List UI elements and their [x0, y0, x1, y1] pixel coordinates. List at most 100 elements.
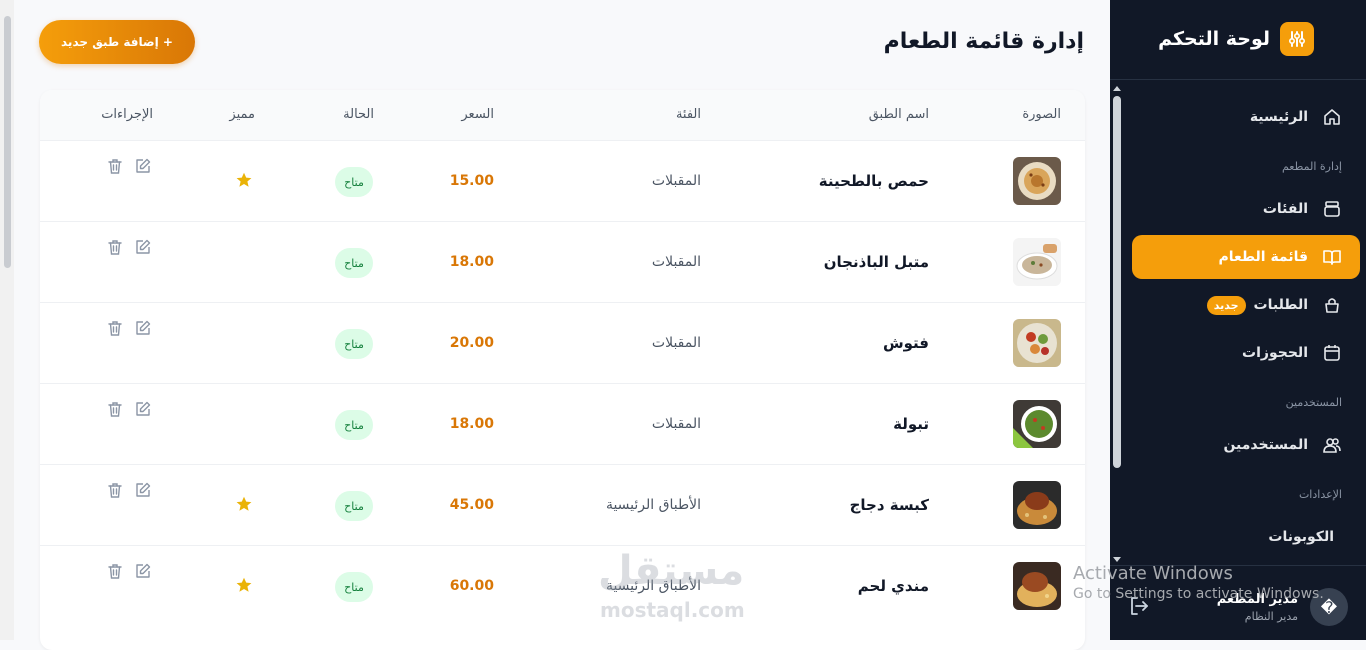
status-badge[interactable]: متاح: [335, 410, 373, 440]
dish-name: فتوش: [882, 334, 929, 352]
sidebar-item-home[interactable]: الرئيسية: [1132, 95, 1360, 139]
edit-icon[interactable]: [135, 158, 151, 174]
star-icon[interactable]: [236, 577, 252, 593]
sidebar-item-label: الرئيسية: [1249, 109, 1308, 125]
new-badge: جديد: [1206, 295, 1246, 315]
table-row: فتوش المقبلات 20.00 متاح: [40, 302, 1085, 384]
edit-icon[interactable]: [135, 563, 151, 579]
users-icon: [1322, 435, 1342, 455]
watermark-logo: مستقل mostaql.com: [598, 548, 768, 628]
trash-icon[interactable]: [107, 563, 123, 579]
table-row: متبل الباذنجان المقبلات 18.00 متاح: [40, 221, 1085, 303]
dish-price: 45.00: [449, 497, 494, 513]
star-icon[interactable]: [236, 172, 252, 188]
table-row: كبسة دجاج الأطباق الرئيسية 45.00 متاح: [40, 464, 1085, 546]
dish-category: المقبلات: [651, 335, 701, 351]
col-category: الفئة: [675, 107, 701, 122]
trash-icon[interactable]: [107, 401, 123, 417]
sidebar-item-label: الطلبات: [1253, 297, 1308, 313]
sidebar-title: لوحة التحكم: [1158, 28, 1270, 50]
sidebar-scrollbar-thumb[interactable]: [1113, 96, 1121, 468]
sidebar-item-label: الكوبونات: [1268, 529, 1334, 545]
table-row: تبولة المقبلات 18.00 متاح: [40, 383, 1085, 465]
dish-image: [1013, 481, 1061, 529]
dish-image: [1013, 319, 1061, 367]
sidebar-item-categories[interactable]: الفئات: [1132, 187, 1360, 231]
sidebar-item-reservations[interactable]: الحجوزات: [1132, 331, 1360, 375]
dish-price: 60.00: [449, 578, 494, 594]
activate-title: Activate Windows: [1073, 563, 1233, 584]
trash-icon[interactable]: [107, 482, 123, 498]
edit-icon[interactable]: [135, 239, 151, 255]
menu-table: الصورة اسم الطبق الفئة السعر الحالة مميز…: [40, 90, 1085, 650]
star-icon[interactable]: [236, 496, 252, 512]
dish-category: الأطباق الرئيسية: [605, 497, 701, 513]
col-status: الحالة: [343, 107, 374, 122]
scroll-up-arrow[interactable]: [1113, 86, 1121, 91]
section-label-restaurant: إدارة المطعم: [1281, 160, 1342, 173]
edit-icon[interactable]: [135, 482, 151, 498]
sidebar-header: لوحة التحكم: [1110, 0, 1366, 80]
status-badge[interactable]: متاح: [335, 329, 373, 359]
sidebar-item-label: قائمة الطعام: [1218, 249, 1308, 265]
page-title: إدارة قائمة الطعام: [883, 29, 1084, 54]
dish-category: المقبلات: [651, 416, 701, 432]
page-scrollbar-thumb[interactable]: [4, 16, 11, 268]
sliders-icon: [1280, 22, 1314, 56]
watermark-arabic: مستقل: [598, 548, 745, 594]
sidebar-item-orders[interactable]: جديد الطلبات: [1132, 283, 1360, 327]
dish-price: 15.00: [449, 173, 494, 189]
col-featured: مميز: [229, 107, 255, 122]
activate-subtitle: Go to Settings to activate Windows.: [1073, 586, 1324, 602]
sidebar-scrollbar[interactable]: [1113, 86, 1122, 562]
col-actions: الإجراءات: [101, 107, 153, 122]
section-label-settings: الإعدادات: [1298, 488, 1342, 501]
status-badge[interactable]: متاح: [335, 491, 373, 521]
sidebar-item-coupons[interactable]: الكوبونات: [1132, 515, 1360, 559]
table-row: حمص بالطحينة المقبلات 15.00 متاح: [40, 140, 1085, 222]
dish-image: [1013, 562, 1061, 610]
watermark-url: mostaql.com: [600, 598, 745, 622]
dish-image: [1013, 400, 1061, 448]
edit-icon[interactable]: [135, 401, 151, 417]
calendar-icon: [1322, 343, 1342, 363]
trash-icon[interactable]: [107, 239, 123, 255]
book-icon: [1322, 247, 1342, 267]
sidebar: لوحة التحكم الرئيسية إدارة المطعم الفئات…: [1110, 0, 1366, 640]
dish-name: متبل الباذنجان: [823, 253, 929, 271]
status-badge[interactable]: متاح: [335, 167, 373, 197]
dish-name: حمص بالطحينة: [818, 172, 929, 190]
activate-windows-notice: Activate Windows Go to Settings to activ…: [1073, 563, 1353, 602]
dish-price: 20.00: [449, 335, 494, 351]
sidebar-item-menu[interactable]: قائمة الطعام: [1132, 235, 1360, 279]
scroll-down-arrow[interactable]: [1113, 557, 1121, 562]
user-role: مدير النظام: [1244, 610, 1298, 623]
trash-icon[interactable]: [107, 320, 123, 336]
sidebar-item-label: المستخدمين: [1223, 437, 1308, 453]
col-price: السعر: [461, 107, 494, 122]
sidebar-item-label: الحجوزات: [1242, 345, 1308, 361]
table-header: الصورة اسم الطبق الفئة السعر الحالة مميز…: [40, 90, 1085, 140]
home-icon: [1322, 107, 1342, 127]
status-badge[interactable]: متاح: [335, 572, 373, 602]
edit-icon[interactable]: [135, 320, 151, 336]
section-label-users: المستخدمين: [1285, 396, 1342, 409]
bag-icon: [1322, 295, 1342, 315]
col-image: الصورة: [1022, 107, 1061, 122]
dish-name: مندي لحم: [857, 577, 929, 595]
dish-price: 18.00: [449, 254, 494, 270]
sidebar-item-users[interactable]: المستخدمين: [1132, 423, 1360, 467]
table-row: مندي لحم الأطباق الرئيسية 60.00 متاح: [40, 545, 1085, 627]
dish-name: كبسة دجاج: [849, 496, 929, 514]
dish-category: المقبلات: [651, 173, 701, 189]
trash-icon[interactable]: [107, 158, 123, 174]
dish-category: المقبلات: [651, 254, 701, 270]
dish-name: تبولة: [893, 415, 929, 433]
dish-price: 18.00: [449, 416, 494, 432]
add-dish-button[interactable]: + إضافة طبق جديد: [39, 20, 195, 64]
layers-icon: [1322, 199, 1342, 219]
page-scrollbar[interactable]: [0, 0, 14, 640]
status-badge[interactable]: متاح: [335, 248, 373, 278]
dish-image: [1013, 238, 1061, 286]
dish-image: [1013, 157, 1061, 205]
